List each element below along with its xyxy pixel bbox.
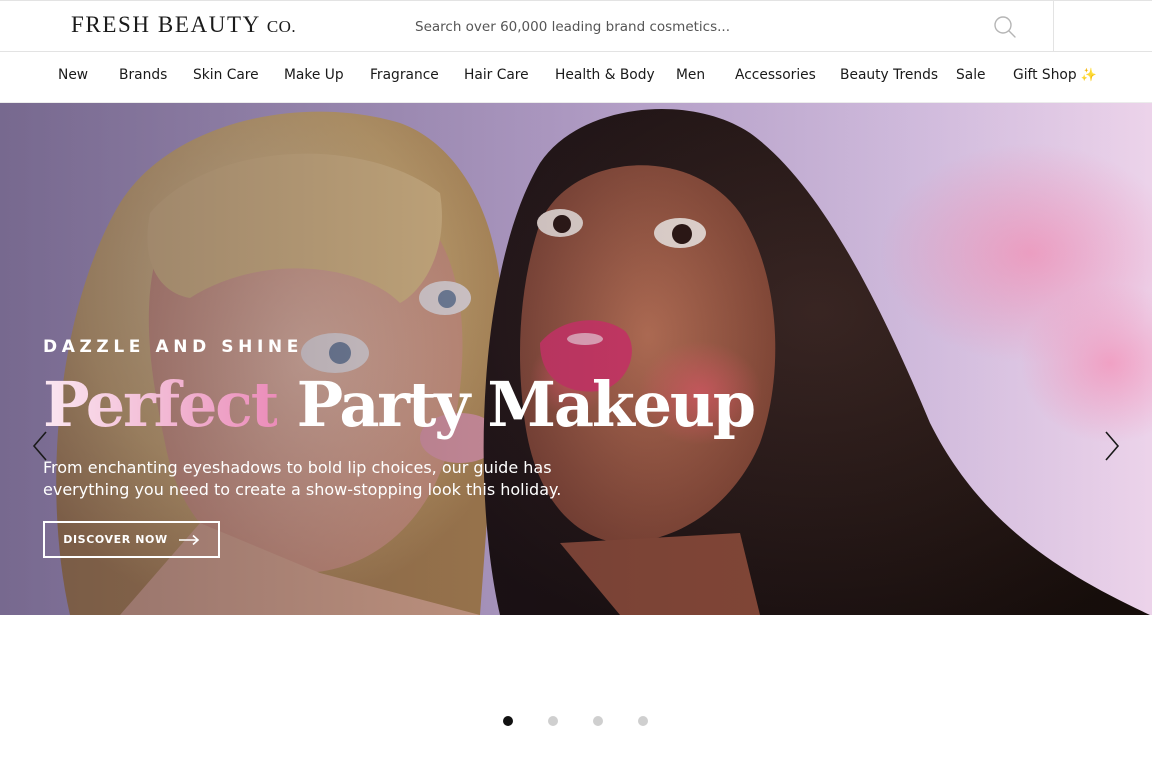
nav-item-sale[interactable]: Sale [956, 67, 986, 87]
nav-item-brands[interactable]: Brands [119, 67, 167, 87]
carousel-dot-4[interactable] [638, 716, 648, 726]
hero-headline-accent: Perfect [43, 368, 279, 441]
nav-item-label: Men [676, 67, 706, 83]
header-divider [1053, 1, 1054, 52]
carousel-dot-3[interactable] [593, 716, 603, 726]
nav-item-label: Beauty Trends [840, 67, 939, 83]
carousel-dot-2[interactable] [548, 716, 558, 726]
nav-item-health-body[interactable]: Health & Body [555, 67, 655, 87]
nav-item-hair-care[interactable]: Hair Care [464, 67, 529, 87]
nav-item-men[interactable]: Men [676, 67, 705, 87]
nav-item-label: Make Up [284, 67, 344, 83]
nav-item-label: Hair Care [464, 67, 529, 83]
sparkles-icon: ✨ [1080, 68, 1097, 83]
main-navigation: New Brands Skin Care Make Up Fragrance H… [0, 52, 1152, 103]
logo-main-text: FRESH BEAUTY [71, 12, 261, 37]
nav-item-beauty-trends[interactable]: Beauty Trends [840, 67, 938, 87]
nav-item-gift-shop[interactable]: Gift Shop ✨ [1013, 67, 1097, 87]
carousel-next-button[interactable] [1100, 429, 1124, 463]
nav-item-label: New [58, 67, 89, 83]
nav-item-label: Gift Shop [1013, 67, 1077, 83]
hero-headline: Perfect Party Makeup [43, 365, 756, 445]
discover-now-label: DISCOVER NOW [63, 533, 168, 546]
discover-now-button[interactable]: DISCOVER NOW [43, 521, 220, 558]
site-logo[interactable]: FRESH BEAUTY CO. [71, 12, 296, 42]
nav-item-accessories[interactable]: Accessories [735, 67, 816, 87]
site-header: FRESH BEAUTY CO. [0, 0, 1152, 52]
nav-item-fragrance[interactable]: Fragrance [370, 67, 439, 87]
hero-subtitle: From enchanting eyeshadows to bold lip c… [43, 458, 562, 499]
search-input[interactable] [415, 13, 975, 41]
nav-item-label: Sale [956, 67, 986, 83]
hero-eyebrow: DAZZLE AND SHINE [43, 337, 303, 357]
nav-item-make-up[interactable]: Make Up [284, 67, 344, 87]
nav-item-label: Accessories [735, 67, 816, 83]
chevron-right-icon [1105, 431, 1120, 461]
hero-banner[interactable]: DAZZLE AND SHINE Perfect Party Makeup Fr… [0, 103, 1152, 615]
search-button[interactable] [990, 12, 1020, 42]
carousel-pagination [503, 716, 653, 728]
arrow-right-icon [178, 534, 199, 545]
nav-item-label: Fragrance [370, 67, 439, 83]
logo-suffix-text: CO. [266, 17, 297, 36]
nav-item-new[interactable]: New [58, 67, 88, 87]
carousel-prev-button[interactable] [28, 429, 52, 463]
nav-item-label: Skin Care [193, 67, 259, 83]
nav-item-label: Health & Body [555, 67, 655, 83]
hero-headline-rest: Party Makeup [277, 368, 756, 441]
carousel-dot-1[interactable] [503, 716, 513, 726]
nav-item-skin-care[interactable]: Skin Care [193, 67, 259, 87]
chevron-left-icon [32, 431, 47, 461]
search-icon [994, 16, 1016, 38]
nav-item-label: Brands [119, 67, 168, 83]
